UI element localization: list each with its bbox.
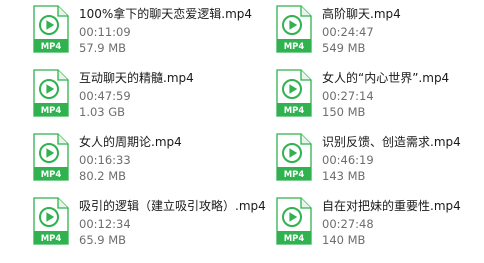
file-duration: 00:16:33 xyxy=(79,153,131,167)
file-name[interactable]: 女人的周期论.mp4 xyxy=(79,134,182,150)
file-size: 549 MB xyxy=(322,41,366,55)
mp4-file-icon[interactable]: MP4 xyxy=(276,133,312,181)
file-item[interactable]: MP4 女人的“内心世界”.mp4 00:27:14 150 MB xyxy=(250,64,484,122)
file-size: 57.9 MB xyxy=(79,41,127,55)
mp4-badge-text: MP4 xyxy=(41,234,62,244)
file-size: 150 MB xyxy=(322,105,366,119)
file-name[interactable]: 吸引的逻辑（建立吸引攻略）.mp4 xyxy=(79,198,266,214)
file-size: 80.2 MB xyxy=(79,169,127,183)
file-duration: 00:46:19 xyxy=(322,153,374,167)
file-grid: MP4 100%拿下的聊天恋爱逻辑.mp4 00:11:09 57.9 MB MP4 高阶… xyxy=(0,0,484,263)
mp4-badge-text: MP4 xyxy=(284,170,305,180)
file-duration: 00:12:34 xyxy=(79,217,131,231)
file-size: 1.03 GB xyxy=(79,105,126,119)
file-size: 140 MB xyxy=(322,233,366,247)
mp4-file-icon[interactable]: MP4 xyxy=(276,69,312,117)
mp4-badge-text: MP4 xyxy=(41,106,62,116)
file-name[interactable]: 自在对把妹的重要性.mp4 xyxy=(322,198,461,214)
mp4-file-icon[interactable]: MP4 xyxy=(33,197,69,245)
file-name[interactable]: 100%拿下的聊天恋爱逻辑.mp4 xyxy=(79,6,252,22)
mp4-file-icon[interactable]: MP4 xyxy=(276,197,312,245)
file-item[interactable]: MP4 互动聊天的精髓.mp4 00:47:59 1.03 GB xyxy=(7,64,247,122)
file-size: 143 MB xyxy=(322,169,366,183)
file-item[interactable]: MP4 100%拿下的聊天恋爱逻辑.mp4 00:11:09 57.9 MB xyxy=(7,0,252,58)
file-item[interactable]: MP4 高阶聊天.mp4 00:24:47 549 MB xyxy=(250,0,484,58)
file-name[interactable]: 互动聊天的精髓.mp4 xyxy=(79,70,194,86)
file-duration: 00:27:48 xyxy=(322,217,374,231)
file-duration: 00:27:14 xyxy=(322,89,374,103)
file-duration: 00:11:09 xyxy=(79,25,131,39)
file-name[interactable]: 女人的“内心世界”.mp4 xyxy=(322,70,449,86)
file-item[interactable]: MP4 识别反馈、创造需求.mp4 00:46:19 143 MB xyxy=(250,128,484,186)
mp4-file-icon[interactable]: MP4 xyxy=(33,133,69,181)
file-duration: 00:24:47 xyxy=(322,25,374,39)
file-size: 65.9 MB xyxy=(79,233,127,247)
file-item[interactable]: MP4 吸引的逻辑（建立吸引攻略）.mp4 00:12:34 65.9 MB xyxy=(7,192,266,250)
file-name[interactable]: 高阶聊天.mp4 xyxy=(322,6,401,22)
file-item[interactable]: MP4 自在对把妹的重要性.mp4 00:27:48 140 MB xyxy=(250,192,484,250)
file-name[interactable]: 识别反馈、创造需求.mp4 xyxy=(322,134,461,150)
mp4-badge-text: MP4 xyxy=(41,170,62,180)
mp4-badge-text: MP4 xyxy=(284,234,305,244)
mp4-badge-text: MP4 xyxy=(41,42,62,52)
mp4-badge-text: MP4 xyxy=(284,42,305,52)
mp4-file-icon[interactable]: MP4 xyxy=(33,69,69,117)
file-duration: 00:47:59 xyxy=(79,89,131,103)
mp4-badge-text: MP4 xyxy=(284,106,305,116)
mp4-file-icon[interactable]: MP4 xyxy=(33,5,69,53)
file-item[interactable]: MP4 女人的周期论.mp4 00:16:33 80.2 MB xyxy=(7,128,247,186)
mp4-file-icon[interactable]: MP4 xyxy=(276,5,312,53)
